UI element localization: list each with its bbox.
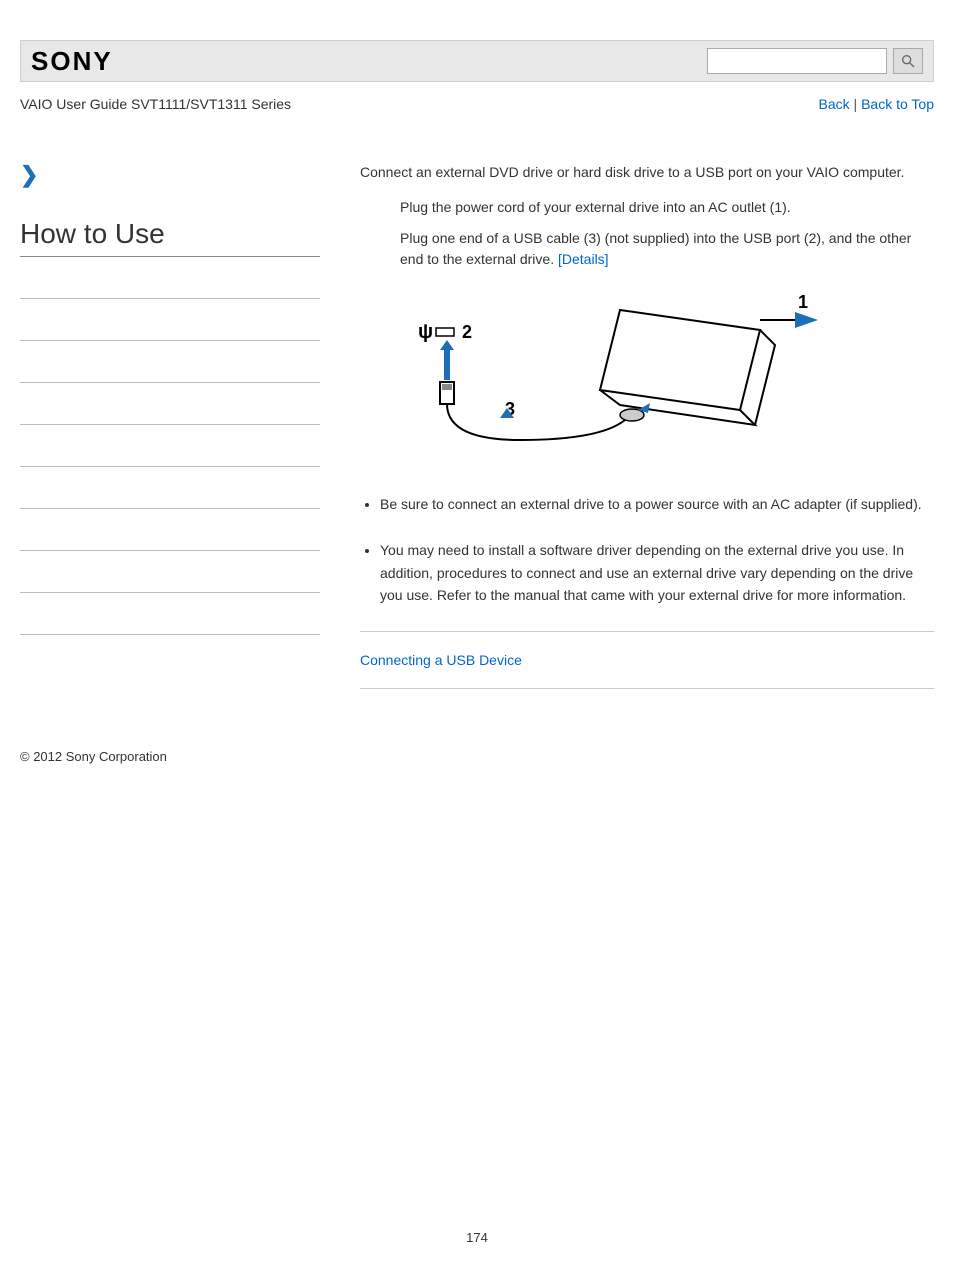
intro-text: Connect an external DVD drive or hard di…: [360, 162, 934, 183]
diagram-label-1: 1: [798, 292, 808, 312]
header-bar: SONY: [20, 40, 934, 82]
sidebar-item[interactable]: [20, 257, 320, 299]
sidebar-item[interactable]: [20, 551, 320, 593]
svg-text:ψ: ψ: [418, 321, 433, 343]
sidebar-item[interactable]: [20, 425, 320, 467]
search-input[interactable]: [707, 48, 887, 74]
sidebar-item[interactable]: [20, 593, 320, 635]
search-icon: [900, 53, 916, 69]
note-item: Be sure to connect an external drive to …: [380, 493, 934, 515]
separator: |: [850, 96, 861, 112]
connection-diagram: 1 ψ 2 3: [400, 290, 934, 463]
step-2: Plug one end of a USB cable (3) (not sup…: [400, 228, 934, 270]
main-content: Connect an external DVD drive or hard di…: [360, 162, 934, 709]
guide-title: VAIO User Guide SVT1111/SVT1311 Series: [20, 96, 291, 112]
page-number: 174: [0, 1230, 954, 1245]
step-1: Plug the power cord of your external dri…: [400, 197, 934, 218]
sidebar-item[interactable]: [20, 509, 320, 551]
nav-links: Back | Back to Top: [819, 96, 934, 112]
sidebar-item[interactable]: [20, 467, 320, 509]
divider: [360, 688, 934, 689]
notes-list: Be sure to connect an external drive to …: [360, 493, 934, 607]
back-to-top-link[interactable]: Back to Top: [861, 96, 934, 112]
related-topic-link[interactable]: Connecting a USB Device: [360, 652, 934, 668]
diagram-label-2: 2: [462, 322, 472, 342]
sidebar: ❯ How to Use: [20, 162, 320, 709]
details-link[interactable]: [Details]: [558, 251, 609, 267]
sidebar-item[interactable]: [20, 299, 320, 341]
divider: [360, 631, 934, 632]
sidebar-item[interactable]: [20, 383, 320, 425]
sub-header: VAIO User Guide SVT1111/SVT1311 Series B…: [20, 96, 934, 112]
chevron-right-icon: ❯: [20, 162, 320, 188]
step-2-text: Plug one end of a USB cable (3) (not sup…: [400, 230, 911, 267]
sidebar-title: How to Use: [20, 218, 320, 257]
brand-logo: SONY: [31, 46, 113, 77]
back-link[interactable]: Back: [819, 96, 850, 112]
sidebar-item[interactable]: [20, 341, 320, 383]
search-button[interactable]: [893, 48, 923, 74]
note-item: You may need to install a software drive…: [380, 539, 934, 606]
footer-copyright: © 2012 Sony Corporation: [20, 749, 934, 764]
search-wrap: [707, 48, 923, 74]
